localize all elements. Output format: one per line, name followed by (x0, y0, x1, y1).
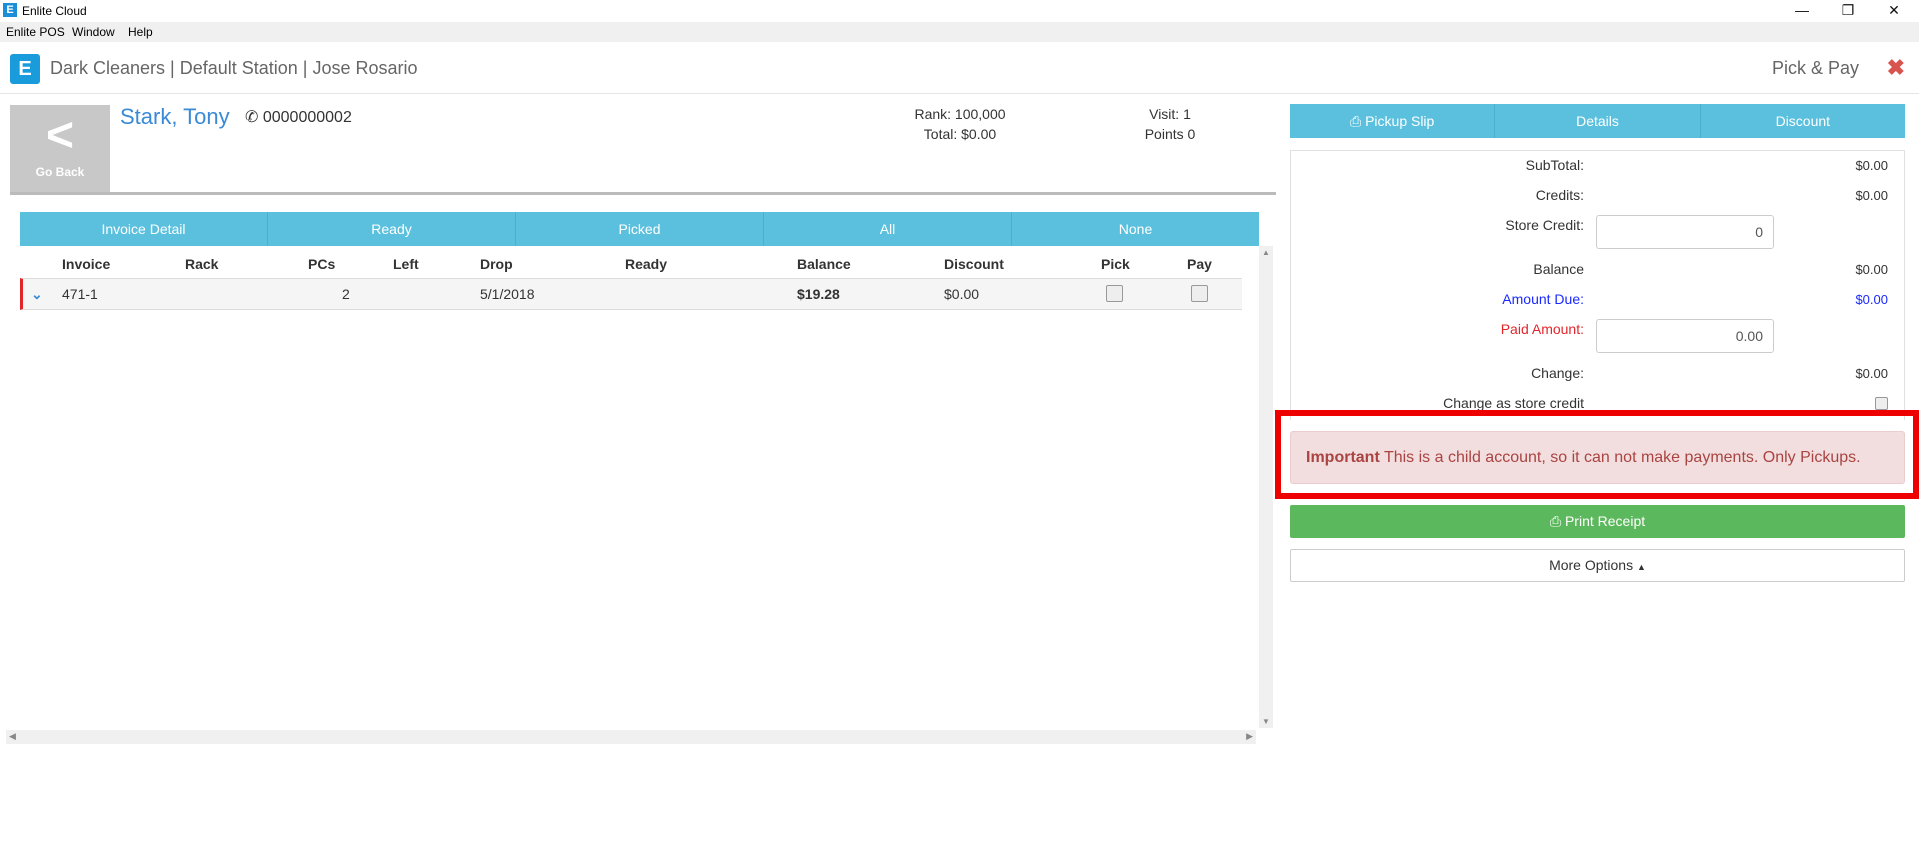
window-title: Enlite Cloud (22, 4, 87, 18)
amount-due-label: Amount Due: (1502, 291, 1584, 307)
col-pcs[interactable]: PCs (308, 256, 335, 272)
balance-label: Balance (1533, 261, 1584, 277)
restore-button[interactable]: ❐ (1826, 0, 1870, 22)
pick-checkbox[interactable] (1106, 285, 1123, 302)
pickup-slip-label: Pickup Slip (1365, 113, 1435, 129)
subtotal-label: SubTotal: (1525, 157, 1584, 173)
child-account-alert: Important This is a child account, so it… (1290, 431, 1905, 484)
subtotal-value: $0.00 (1855, 158, 1888, 173)
app-header: E Dark Cleaners | Default Station | Jose… (0, 42, 1919, 94)
credits-label: Credits: (1535, 187, 1584, 203)
filter-ready-button[interactable]: Ready (268, 212, 516, 246)
divider (10, 192, 1276, 195)
customer-name[interactable]: Stark, Tony (120, 104, 230, 130)
more-options-label: More Options (1549, 557, 1634, 573)
credits-value: $0.00 (1855, 188, 1888, 203)
change-label: Change: (1531, 365, 1584, 381)
vertical-scrollbar[interactable]: ▲ ▼ (1259, 246, 1273, 728)
change-value: $0.00 (1855, 366, 1888, 381)
pickup-slip-button[interactable]: ⎙ Pickup Slip (1290, 104, 1496, 138)
pay-checkbox[interactable] (1191, 285, 1208, 302)
filter-all-button[interactable]: All (764, 212, 1012, 246)
store-credit-input[interactable]: 0 (1596, 215, 1774, 249)
menubar: Enlite POS Window Help (0, 22, 1919, 42)
col-left[interactable]: Left (393, 256, 419, 272)
filter-invoice-detail-button[interactable]: Invoice Detail (20, 212, 268, 246)
change-store-credit-checkbox[interactable] (1875, 397, 1888, 410)
window-close-button[interactable]: ✕ (1872, 0, 1916, 22)
horizontal-scrollbar[interactable]: ◀ ▶ (6, 730, 1256, 744)
col-pick[interactable]: Pick (1101, 256, 1130, 272)
menu-enlite-pos[interactable]: Enlite POS (6, 25, 65, 39)
minimize-button[interactable]: — (1780, 0, 1824, 22)
balance-value: $0.00 (1855, 262, 1888, 277)
cell-discount: $0.00 (944, 286, 980, 302)
caret-up-icon: ▲ (1637, 562, 1646, 572)
alert-title: Important (1306, 449, 1380, 466)
go-back-label: Go Back (35, 165, 85, 179)
payment-tab-bar: ⎙ Pickup Slip Details Discount (1290, 104, 1905, 138)
print-receipt-label: Print Receipt (1564, 513, 1646, 529)
menu-help[interactable]: Help (128, 25, 153, 39)
col-pay[interactable]: Pay (1187, 256, 1212, 272)
cell-pcs: 2 (342, 286, 350, 302)
window-titlebar: E Enlite Cloud — ❐ ✕ (0, 0, 1919, 22)
table-row[interactable]: ⌄ 471-1 2 5/1/2018 $19.28 $0.00 (20, 278, 1242, 310)
payment-summary: SubTotal: $0.00 Credits: $0.00 Store Cre… (1290, 150, 1905, 420)
discount-button[interactable]: Discount (1701, 104, 1905, 138)
paid-amount-label: Paid Amount: (1500, 321, 1584, 337)
customer-total: Total: $0.00 (923, 126, 997, 142)
scroll-left-icon[interactable]: ◀ (9, 731, 16, 742)
amount-due-value: $0.00 (1855, 292, 1888, 307)
more-options-button[interactable]: More Options ▲ (1290, 549, 1905, 582)
change-store-credit-label: Change as store credit (1443, 395, 1584, 411)
invoice-table-header: Invoice Rack PCs Left Drop Ready Balance… (20, 252, 1242, 276)
page-title: Pick & Pay (1771, 58, 1859, 78)
chevron-left-icon: < (45, 109, 75, 162)
customer-phone-number: 0000000002 (262, 109, 352, 126)
phone-icon: ✆ (245, 109, 259, 126)
col-ready[interactable]: Ready (625, 256, 667, 272)
col-balance[interactable]: Balance (797, 256, 851, 272)
details-button[interactable]: Details (1495, 104, 1701, 138)
print-receipt-button[interactable]: ⎙ Print Receipt (1290, 505, 1905, 538)
app-logo-icon: E (3, 3, 17, 17)
filter-picked-button[interactable]: Picked (516, 212, 764, 246)
customer-phone: ✆ 0000000002 (245, 107, 352, 127)
printer-icon: ⎙ (1549, 513, 1562, 529)
store-credit-label: Store Credit: (1505, 217, 1584, 233)
invoice-filter-bar: Invoice Detail Ready Picked All None (20, 212, 1259, 246)
station-info: Dark Cleaners | Default Station | Jose R… (50, 58, 418, 78)
go-back-button[interactable]: < Go Back (10, 105, 110, 193)
col-drop[interactable]: Drop (480, 256, 513, 272)
chevron-down-icon[interactable]: ⌄ (31, 286, 43, 303)
alert-message: This is a child account, so it can not m… (1383, 449, 1861, 466)
paid-amount-input[interactable]: 0.00 (1596, 319, 1774, 353)
customer-visit: Visit: 1 (1149, 106, 1191, 122)
customer-points: Points 0 (1144, 126, 1196, 142)
cell-drop: 5/1/2018 (480, 286, 535, 302)
filter-none-button[interactable]: None (1012, 212, 1259, 246)
cell-balance: $19.28 (797, 286, 840, 302)
cell-invoice: 471-1 (62, 286, 98, 302)
scroll-up-icon[interactable]: ▲ (1259, 248, 1273, 257)
col-rack[interactable]: Rack (185, 256, 218, 272)
scroll-down-icon[interactable]: ▼ (1259, 717, 1273, 726)
menu-window[interactable]: Window (72, 25, 115, 39)
close-page-icon[interactable]: ✖ (1887, 55, 1905, 81)
col-discount[interactable]: Discount (944, 256, 1004, 272)
customer-rank: Rank: 100,000 (914, 106, 1006, 122)
printer-icon: ⎙ (1349, 113, 1362, 129)
brand-logo-icon: E (10, 54, 40, 84)
col-invoice[interactable]: Invoice (62, 256, 110, 272)
scroll-right-icon[interactable]: ▶ (1246, 731, 1253, 742)
